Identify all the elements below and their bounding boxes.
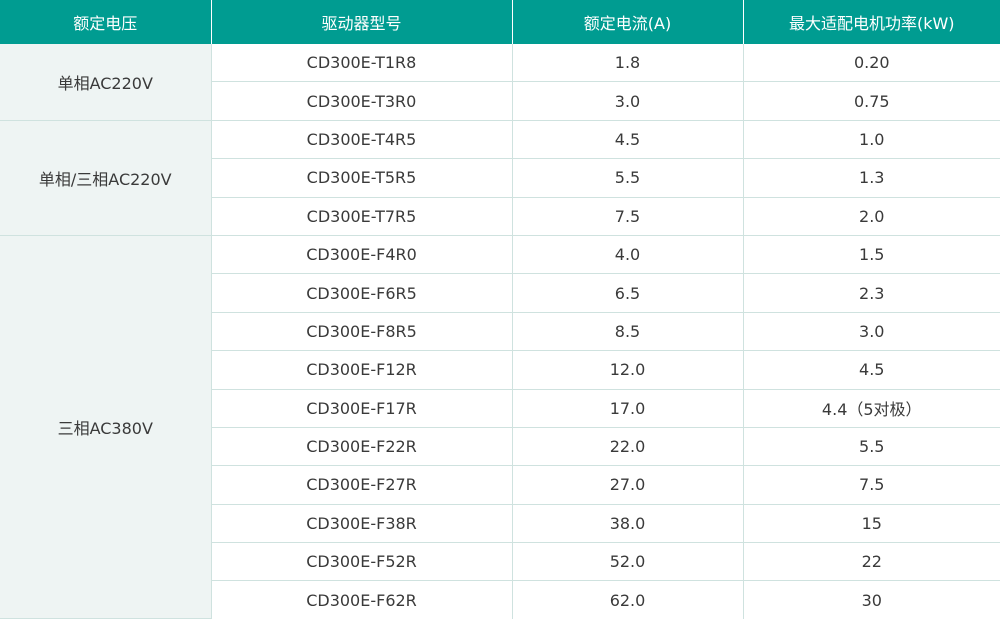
model-cell: CD300E-F22R: [211, 427, 513, 467]
power-cell: 5.5: [743, 427, 1000, 467]
model-cell: CD300E-F38R: [211, 504, 513, 544]
header-drive-model: 驱动器型号: [211, 0, 513, 44]
header-rated-current: 额定电流(A): [512, 0, 744, 44]
power-cell: 2.0: [743, 197, 1000, 236]
current-cell: 52.0: [512, 542, 744, 582]
power-cell: 0.20: [743, 44, 1000, 83]
header-max-motor-power: 最大适配电机功率(kW): [743, 0, 1000, 44]
power-cell: 15: [743, 504, 1000, 544]
current-cell: 17.0: [512, 389, 744, 428]
power-cell: 7.5: [743, 465, 1000, 505]
power-cell: 1.3: [743, 158, 1000, 198]
power-cell: 2.3: [743, 273, 1000, 313]
power-cell: 4.5: [743, 350, 1000, 390]
table-body: 单相AC220V CD300E-T1R8 1.8 0.20 CD300E-T3R0 3.0…: [0, 44, 1000, 620]
power-cell: 0.75: [743, 81, 1000, 121]
power-cell: 3.0: [743, 312, 1000, 352]
table-row: 单相/三相AC220V CD300E-T4R5 4.5 1.0: [0, 120, 1000, 236]
current-cell: 8.5: [512, 312, 744, 352]
model-cell: CD300E-T4R5: [211, 120, 513, 160]
spec-table: 额定电压 驱动器型号 额定电流(A) 最大适配电机功率(kW) 单相AC220V…: [0, 0, 1000, 620]
current-cell: 7.5: [512, 197, 744, 236]
power-cell: 30: [743, 580, 1000, 619]
current-cell: 12.0: [512, 350, 744, 390]
power-cell: 22: [743, 542, 1000, 582]
current-cell: 1.8: [512, 44, 744, 83]
current-cell: 27.0: [512, 465, 744, 505]
header-row: 额定电压 驱动器型号 额定电流(A) 最大适配电机功率(kW): [0, 0, 1000, 44]
header-rated-voltage: 额定电压: [0, 0, 212, 44]
current-cell: 4.0: [512, 235, 744, 275]
power-cell: 1.5: [743, 235, 1000, 275]
voltage-cell: 单相AC220V: [0, 44, 212, 121]
current-cell: 6.5: [512, 273, 744, 313]
model-cell: CD300E-T5R5: [211, 158, 513, 198]
current-cell: 62.0: [512, 580, 744, 619]
model-cell: CD300E-T7R5: [211, 197, 513, 236]
table-header: 额定电压 驱动器型号 额定电流(A) 最大适配电机功率(kW): [0, 0, 1000, 44]
model-cell: CD300E-T1R8: [211, 44, 513, 83]
current-cell: 4.5: [512, 120, 744, 160]
voltage-cell: 单相/三相AC220V: [0, 120, 212, 236]
voltage-cell: 三相AC380V: [0, 235, 212, 620]
model-cell: CD300E-F17R: [211, 389, 513, 428]
model-cell: CD300E-F4R0: [211, 235, 513, 275]
model-cell: CD300E-F12R: [211, 350, 513, 390]
power-cell: 4.4（5对极）: [743, 389, 1000, 428]
current-cell: 38.0: [512, 504, 744, 544]
model-cell: CD300E-F52R: [211, 542, 513, 582]
model-cell: CD300E-T3R0: [211, 81, 513, 121]
table-row: 单相AC220V CD300E-T1R8 1.8 0.20: [0, 44, 1000, 121]
current-cell: 5.5: [512, 158, 744, 198]
model-cell: CD300E-F62R: [211, 580, 513, 619]
current-cell: 22.0: [512, 427, 744, 467]
model-cell: CD300E-F27R: [211, 465, 513, 505]
model-cell: CD300E-F8R5: [211, 312, 513, 352]
table-row: 三相AC380V CD300E-F4R0 4.0 1.5: [0, 235, 1000, 620]
power-cell: 1.0: [743, 120, 1000, 160]
current-cell: 3.0: [512, 81, 744, 121]
model-cell: CD300E-F6R5: [211, 273, 513, 313]
